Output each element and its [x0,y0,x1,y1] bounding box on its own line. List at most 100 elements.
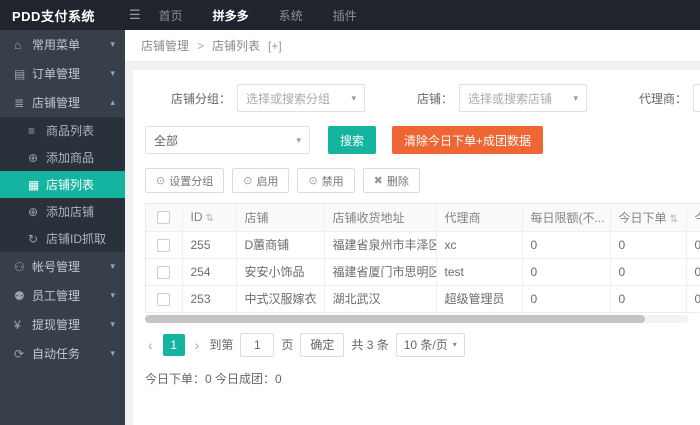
order-icon: ▤ [14,66,26,81]
column-header-today-orders[interactable]: 今日下单 ⇅ [610,204,687,232]
horizontal-scrollbar-thumb[interactable] [145,314,646,323]
enable-button[interactable]: ⊙ 启用 [232,168,290,193]
status-select[interactable]: 全部 ▾ [145,126,310,154]
filter-shop: 店铺： 选择或搜索店铺 ▾ [417,84,588,112]
chevron-down-icon: ▾ [110,348,115,358]
page-size-value: 10 条/页 [403,338,448,352]
grid-icon: ▦ [28,177,40,192]
main-area: 店铺管理 > 店铺列表 [+] 店铺分组： 选择或搜索分组 ▾ 店铺： 选择或搜… [125,30,700,425]
sidebar-subitem-product-list[interactable]: ≡ 商品列表 [0,117,125,144]
add-tab-button[interactable]: [+] [268,39,282,53]
sidebar-item-order-management[interactable]: ▤ 订单管理 ▾ [0,59,125,88]
row-checkbox[interactable] [157,265,171,279]
user-icon: ⚇ [14,259,25,274]
chevron-down-icon: ▾ [110,261,115,271]
search-button[interactable]: 搜索 [328,126,377,154]
breadcrumb-parent[interactable]: 店铺管理 [141,37,189,54]
shop-select[interactable]: 选择或搜索店铺 ▾ [459,84,588,112]
sidebar-subitem-label: 店铺列表 [46,178,95,192]
cell-address: 福建省泉州市丰泽区 [324,231,437,259]
table-row: 254 安安小饰品 福建省厦门市思明区... test 0 0 0 [146,258,700,286]
sidebar: ⌂ 常用菜单 ▾ ▤ 订单管理 ▾ ≣ 店铺管理 ▴ ≡ 商品列表 ⊕ 添加商品… [0,30,125,425]
chevron-down-icon: ▾ [296,134,301,145]
shop-table-wrapper: ID⇅ 店铺 店铺收货地址 代理商 每日限额(不... 今日下单⇅ 今日成团⇅ [145,203,700,313]
breadcrumb-current[interactable]: 店铺列表 [212,37,260,54]
users-icon: ⚉ [14,288,25,303]
table-toolbar: ⊙ 设置分组 ⊙ 启用 ⊙ 禁用 ✖ 删除 [145,168,700,193]
prev-page-button[interactable]: ‹ [145,337,156,353]
sidebar-subitem-add-shop[interactable]: ⊕ 添加店铺 [0,198,125,225]
chevron-up-icon: ▴ [110,97,115,107]
row-checkbox[interactable] [157,238,171,252]
total-count-label: 共 3 条 [351,338,389,352]
cell-agent: 超级管理员 [436,285,523,313]
list-icon: ≡ [28,123,36,138]
sidebar-item-account-management[interactable]: ⚇ 帐号管理 ▾ [0,252,125,281]
agent-select[interactable]: 选择或搜索代理 [693,84,700,112]
shop-group-select[interactable]: 选择或搜索分组 ▾ [237,84,366,112]
plus-circle-icon: ⊕ [28,150,39,165]
confirm-page-button[interactable]: 确定 [300,332,345,357]
nav-item-system[interactable]: 系统 [279,7,303,24]
column-header-today-groups[interactable]: 今日成团⇅ [686,204,700,232]
goto-suffix-label: 页 [281,338,294,352]
filter-row-2: 全部 ▾ 搜索 清除今日下单+成团数据 [145,126,700,154]
cell-today-orders: 0 [610,285,687,313]
disable-button[interactable]: ⊙ 禁用 [297,168,355,193]
sidebar-subitem-label: 店铺ID抓取 [46,232,107,246]
sidebar-item-label: 自动任务 [32,347,81,361]
clear-today-data-button[interactable]: 清除今日下单+成团数据 [392,126,544,154]
delete-button[interactable]: ✖ 删除 [362,168,420,193]
chevron-down-icon: ▾ [452,340,457,349]
shop-icon: ≣ [14,95,25,110]
shop-placeholder: 选择或搜索店铺 [468,91,553,106]
page-number-active[interactable]: 1 [162,333,185,356]
nav-item-home[interactable]: 首页 [159,7,183,24]
sidebar-item-label: 店铺管理 [32,96,81,110]
cell-id: 254 [182,258,237,286]
table-row: 253 中式汉服嫁衣 湖北武汉 超级管理员 0 0 0 [146,285,700,313]
gear-icon: ⟳ [14,346,25,361]
sort-icon[interactable]: ⇅ [670,214,678,225]
set-group-label: 设置分组 [169,175,214,188]
sidebar-item-staff-management[interactable]: ⚉ 员工管理 ▾ [0,281,125,310]
status-value: 全部 [154,133,179,148]
sidebar-item-withdraw-management[interactable]: ¥ 提现管理 ▾ [0,310,125,339]
shop-table: ID⇅ 店铺 店铺收货地址 代理商 每日限额(不... 今日下单⇅ 今日成团⇅ [146,204,700,313]
sidebar-item-shop-management[interactable]: ≣ 店铺管理 ▴ [0,88,125,117]
horizontal-scrollbar[interactable] [145,314,689,323]
today-summary: 今日下单：0 今日成团：0 [145,371,282,386]
sidebar-subitem-add-product[interactable]: ⊕ 添加商品 [0,144,125,171]
page-size-select[interactable]: 10 条/页 ▾ [395,332,465,357]
breadcrumb-separator: > [197,38,205,53]
sort-icon[interactable]: ⇅ [206,213,214,224]
agent-label: 代理商： [639,91,688,106]
sidebar-item-label: 常用菜单 [32,38,81,52]
sidebar-item-auto-task[interactable]: ⟳ 自动任务 ▾ [0,339,125,368]
sidebar-item-label: 帐号管理 [32,260,81,274]
set-group-button[interactable]: ⊙ 设置分组 [145,168,225,193]
nav-item-pinduoduo[interactable]: 拼多多 [213,7,249,24]
top-bar: PDD支付系统 ☰ 首页 拼多多 系统 插件 [0,0,700,30]
sidebar-subitem-label: 商品列表 [46,124,95,138]
sidebar-subitem-shop-list[interactable]: ▦ 店铺列表 [0,171,125,198]
select-all-checkbox[interactable] [157,211,171,225]
sidebar-subitem-shop-id-grab[interactable]: ↻ 店铺ID抓取 [0,225,125,252]
next-page-button[interactable]: › [192,337,203,353]
filter-row-1: 店铺分组： 选择或搜索分组 ▾ 店铺： 选择或搜索店铺 ▾ 代理商： [145,84,700,112]
goto-page-input[interactable] [240,332,275,357]
sidebar-item-common-menu[interactable]: ⌂ 常用菜单 ▾ [0,30,125,59]
cell-shop: D蕙商铺 [236,231,325,259]
set-group-icon: ⊙ [156,175,166,187]
hamburger-icon[interactable]: ☰ [129,7,141,23]
nav-item-plugins[interactable]: 插件 [333,7,357,24]
plus-circle-icon: ⊕ [28,204,39,219]
chevron-down-icon: ▾ [573,92,579,103]
content-card: 店铺分组： 选择或搜索分组 ▾ 店铺： 选择或搜索店铺 ▾ 代理商： 全部 ▾ … [133,70,700,425]
row-checkbox[interactable] [157,292,171,306]
column-header-agent: 代理商 [436,204,523,232]
shop-group-placeholder: 选择或搜索分组 [246,91,331,106]
cell-today-orders: 0 [610,231,687,259]
column-header-id[interactable]: ID ⇅ [182,204,237,232]
chevron-down-icon: ▾ [351,92,357,103]
